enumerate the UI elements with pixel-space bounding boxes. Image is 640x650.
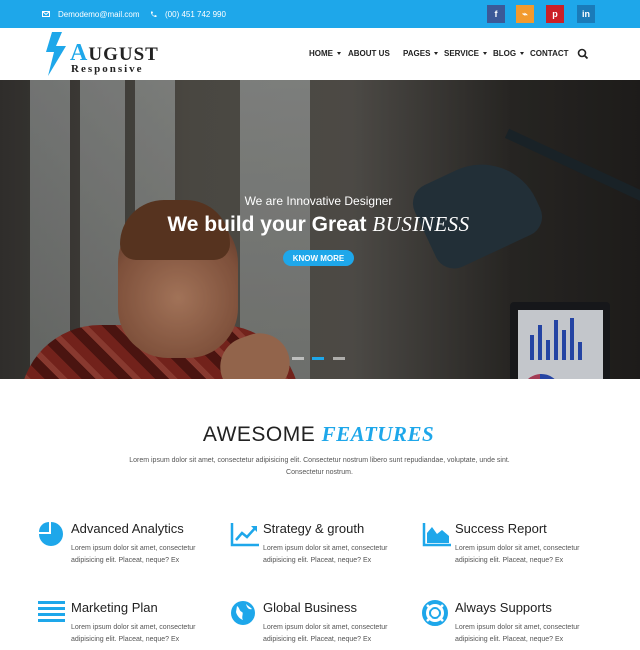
caret-down-icon (434, 52, 439, 55)
line-chart-icon (230, 521, 260, 552)
slider-dot[interactable] (312, 357, 324, 360)
know-more-button[interactable]: KNOW MORE (283, 250, 354, 266)
top-bar: Demodemo@mail.com (00) 451 742 990 f ⌁ p in (0, 0, 640, 28)
phone-icon (150, 11, 157, 17)
nav-item-service[interactable]: SERVICE (444, 49, 487, 58)
nav-item-label: HOME (309, 49, 333, 58)
feature-text: Lorem ipsum dolor sit amet, consectetur … (455, 624, 580, 643)
features-description: Lorem ipsum dolor sit amet, consectetur … (129, 457, 510, 476)
site-header: AUGUST Responsive HOME ABOUT US PAGES SERVI… (0, 28, 640, 80)
nav-item-label: PAGES (403, 49, 431, 58)
rss-icon[interactable]: ⌁ (516, 5, 534, 23)
feature-text: Lorem ipsum dolor sit amet, consectetur … (71, 624, 196, 643)
feature-text: Lorem ipsum dolor sit amet, consectetur … (71, 545, 196, 564)
list-icon (38, 600, 66, 629)
feature-text: Lorem ipsum dolor sit amet, consectetur … (455, 545, 580, 564)
slider-dot[interactable] (292, 357, 304, 360)
caret-down-icon (482, 52, 487, 55)
search-icon[interactable] (577, 48, 589, 60)
phone-contact[interactable]: (00) 451 742 990 (150, 0, 226, 28)
pinterest-icon[interactable]: p (546, 5, 564, 23)
nav-item-label: CONTACT (530, 49, 569, 58)
feature-title[interactable]: Global Business (263, 600, 357, 615)
feature-text: Lorem ipsum dolor sit amet, consectetur … (263, 624, 388, 643)
phone-text: (00) 451 742 990 (165, 9, 226, 19)
facebook-icon[interactable]: f (487, 5, 505, 23)
nav-item-blog[interactable]: BLOG (493, 49, 525, 58)
feature-title[interactable]: Success Report (455, 521, 547, 536)
nav-item-label: BLOG (493, 49, 517, 58)
nav-item-about-us[interactable]: ABOUT US (348, 49, 390, 58)
feature-title[interactable]: Strategy & grouth (263, 521, 364, 536)
logo-subtitle: Responsive (71, 63, 144, 75)
lifebuoy-icon (422, 600, 448, 631)
area-chart-icon (422, 521, 452, 552)
envelope-icon (42, 11, 50, 17)
nav-item-contact[interactable]: CONTACT (530, 49, 569, 58)
feature-text: Lorem ipsum dolor sit amet, consectetur … (263, 545, 388, 564)
nav-item-label: SERVICE (444, 49, 479, 58)
globe-icon (230, 600, 256, 631)
caret-down-icon (337, 52, 341, 55)
email-text: Demodemo@mail.com (58, 9, 140, 19)
lightning-bolt-logo-icon[interactable] (42, 32, 68, 76)
email-contact[interactable]: Demodemo@mail.com (42, 0, 139, 28)
nav-item-home[interactable]: HOME (309, 49, 341, 58)
features-title: AWESOME FEATURES (202, 422, 435, 446)
linkedin-icon[interactable]: in (577, 5, 595, 23)
hero-kicker: We are Innovative Designer (244, 194, 393, 208)
caret-down-icon (520, 52, 525, 55)
feature-title[interactable]: Advanced Analytics (71, 521, 184, 536)
feature-title[interactable]: Marketing Plan (71, 600, 158, 615)
feature-title[interactable]: Always Supports (455, 600, 552, 615)
slider-dot[interactable] (333, 357, 345, 360)
pie-chart-icon (38, 521, 64, 552)
nav-item-pages[interactable]: PAGES (403, 49, 439, 58)
nav-item-label: ABOUT US (348, 49, 390, 58)
hero-title: We build your Great BUSINESS (167, 212, 470, 236)
